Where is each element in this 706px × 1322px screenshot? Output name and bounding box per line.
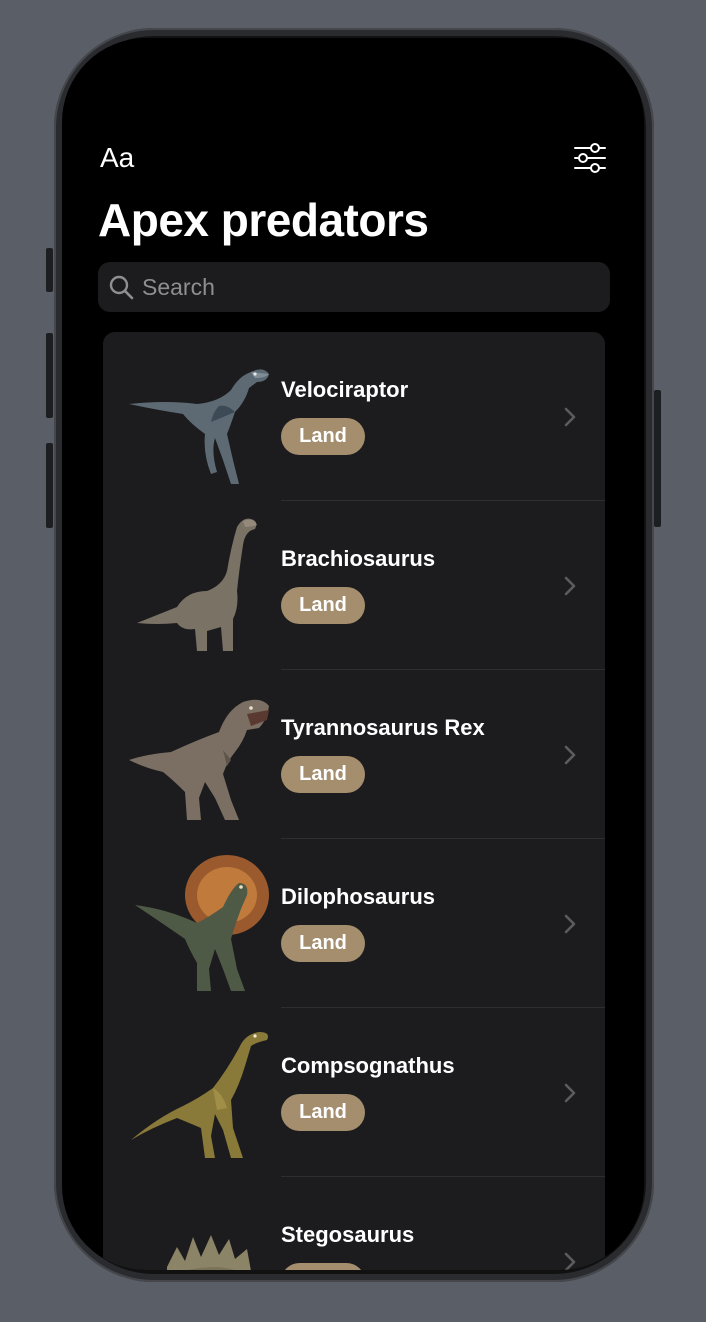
app-screen: Aa Apex predators Search Velociraptor La…: [62, 38, 644, 1270]
chevron-right-icon: [564, 745, 576, 765]
type-badge: Land: [281, 756, 365, 793]
list-item[interactable]: Tyrannosaurus Rex Land: [103, 670, 605, 839]
chevron-right-icon: [564, 914, 576, 934]
font-size-button[interactable]: Aa: [100, 142, 134, 174]
search-input[interactable]: [134, 266, 610, 308]
silent-switch: [46, 248, 53, 292]
list-item[interactable]: Dilophosaurus Land: [103, 839, 605, 1008]
brachiosaurus-image: [137, 518, 257, 651]
chevron-right-icon: [564, 407, 576, 427]
search-bar[interactable]: [98, 262, 610, 312]
chevron-right-icon: [564, 1083, 576, 1103]
chevron-right-icon: [564, 576, 576, 596]
list-item[interactable]: Stegosaurus Land: [103, 1177, 605, 1270]
tyrannosaurus-rex-image: [129, 699, 269, 820]
power-button: [654, 390, 661, 527]
predator-list: Velociraptor Land Brachiosaurus Land Tyr…: [103, 332, 605, 1270]
item-name: Dilophosaurus: [281, 884, 436, 909]
list-item[interactable]: Compsognathus Land: [103, 1008, 605, 1177]
volume-up-button: [46, 333, 53, 418]
volume-down-button: [46, 443, 53, 528]
filter-button[interactable]: [572, 142, 608, 174]
velociraptor-image: [129, 369, 269, 484]
magnifier-icon: [109, 275, 134, 300]
chevron-right-icon: [564, 1252, 576, 1270]
item-name: Tyrannosaurus Rex: [281, 715, 485, 740]
type-badge: Land: [281, 1263, 365, 1270]
page-title: Apex predators: [98, 194, 429, 246]
type-badge: Land: [281, 418, 365, 455]
item-name: Stegosaurus: [281, 1222, 415, 1247]
type-badge: Land: [281, 925, 365, 962]
type-badge: Land: [281, 587, 365, 624]
list-item[interactable]: Brachiosaurus Land: [103, 501, 605, 670]
item-name: Brachiosaurus: [281, 546, 436, 571]
sliders-icon: [574, 143, 606, 173]
item-name: Velociraptor: [281, 377, 409, 402]
dilophosaurus-image: [135, 855, 269, 991]
item-name: Compsognathus: [281, 1053, 455, 1078]
compsognathus-image: [131, 1032, 268, 1158]
stegosaurus-image: [167, 1235, 251, 1270]
type-badge: Land: [281, 1094, 365, 1131]
list-item[interactable]: Velociraptor Land: [103, 332, 605, 501]
